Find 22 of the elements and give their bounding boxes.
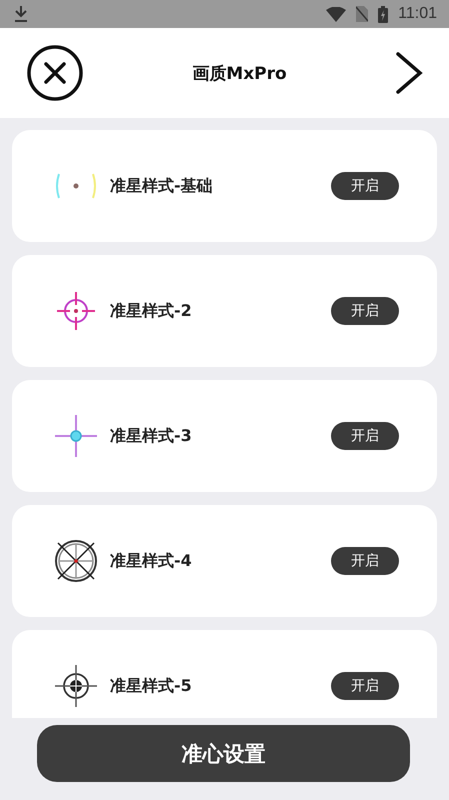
crosshair-label: 准星样式-4 [110, 550, 193, 572]
enable-button[interactable]: 开启 [331, 547, 399, 575]
download-icon [14, 6, 28, 22]
enable-button[interactable]: 开启 [331, 672, 399, 700]
status-time: 11:01 [398, 5, 437, 23]
enable-button[interactable]: 开启 [331, 172, 399, 200]
no-sim-icon [356, 6, 368, 22]
page-title: 画质MxPro [192, 62, 287, 84]
battery-icon [378, 6, 388, 22]
enable-button[interactable]: 开启 [331, 422, 399, 450]
crosshair-icon [53, 413, 99, 459]
scope-icon [53, 663, 99, 709]
crosshair-settings-button[interactable]: 准心设置 [37, 725, 410, 782]
wifi-icon [326, 6, 346, 22]
scope-icon [52, 537, 100, 585]
crosshair-label: 准星样式-基础 [110, 176, 214, 196]
close-button[interactable] [26, 44, 84, 102]
crosshair-label: 准星样式-2 [110, 300, 193, 322]
enable-button[interactable]: 开启 [331, 297, 399, 325]
next-button[interactable] [395, 51, 423, 95]
crosshair-label: 准星样式-3 [110, 426, 193, 446]
crosshair-label: 准星样式-5 [110, 676, 193, 696]
